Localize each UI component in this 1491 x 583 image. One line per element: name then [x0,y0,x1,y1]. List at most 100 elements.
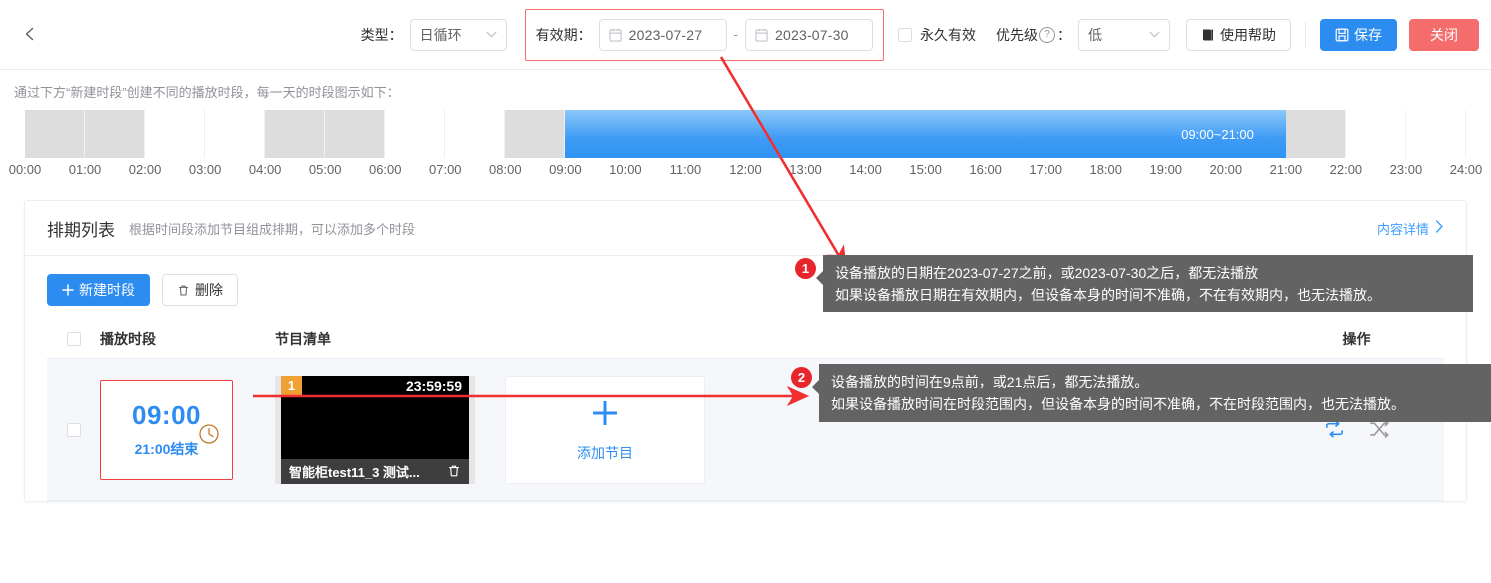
plus-icon [62,284,74,296]
plus-icon [588,396,622,435]
content-detail-link[interactable]: 内容详情 [1377,219,1444,238]
col-program-list: 节目清单 [275,330,331,347]
priority-select[interactable]: 低 [1078,18,1170,51]
content-detail-label: 内容详情 [1376,221,1429,237]
program-thumbnail[interactable]: 1 23:59:59 智能柜test11_3 测试... [275,375,475,484]
page-body: 排期列表 根据时间段添加节目组成排期，可以添加多个时段 内容详情 新建时段 删除… [0,184,1491,502]
schedule-card-header: 排期列表 根据时间段添加节目组成排期，可以添加多个时段 内容详情 [25,201,1466,256]
program-name: 智能柜test11_3 测试... [289,464,420,480]
calendar-icon [609,28,622,42]
type-label: 类型： [360,26,403,43]
validity-label: 有效期： [535,26,592,43]
trash-icon [177,284,190,297]
timeline-tick: 22:00 [1329,162,1363,177]
timeline-hour-cell[interactable] [205,110,266,158]
timeline-hour-cell[interactable] [265,110,326,158]
col-operation: 操作 [1342,330,1371,347]
book-icon [1201,28,1215,42]
row-checkbox[interactable] [66,422,81,437]
timeline-tick-labels: 00:00 01:00 02:00 03:00 04:00 05:00 06:00 07:00… [9,158,1483,184]
close-button[interactable]: 关闭 [1409,18,1479,51]
timeline-hour-cell[interactable] [1346,110,1407,158]
timeline-tick: 13:00 [789,162,822,177]
timeline-hour-cell[interactable] [25,110,86,158]
permanent-checkbox[interactable] [898,27,912,42]
permanent-label: 永久有效 [920,26,976,43]
calendar-icon [755,28,768,42]
timeline-section: 通过下方“新建时段”创建不同的播放时段，每一天的时段图示如下： 09:00~21… [0,70,1491,184]
type-select[interactable]: 日循环 [409,18,507,51]
timeline-tick: 05:00 [308,162,342,177]
timeline-tick: 01:00 [68,162,102,177]
timeline-active-range[interactable]: 09:00~21:00 [565,110,1286,158]
chevron-down-icon [1149,29,1160,41]
priority-select-value: 低 [1088,26,1102,43]
help-label: 使用帮助 [1220,26,1276,43]
page-title: 排期列表 [47,220,115,240]
program-footer: 智能柜test11_3 测试... [281,458,469,484]
timeline-tick: 00:00 [8,162,42,177]
timeline-bar[interactable]: 09:00~21:00 [25,110,1467,158]
timeline-hour-cell[interactable] [1406,110,1467,158]
chevron-down-icon [486,29,497,41]
timeline-hour-cell[interactable] [385,110,446,158]
type-select-value: 日循环 [419,26,462,43]
delete-button[interactable]: 删除 [162,274,238,306]
timeline-tick: 09:00 [549,162,582,177]
save-icon [1335,28,1349,42]
priority-field: 优先级 ? ： 低 [996,18,1170,51]
chevron-left-icon [22,26,38,42]
question-circle-icon[interactable]: ? [1039,26,1055,43]
header-controls: 类型： 日循环 有效期： 2023-07-27 - 2023-07-30 永久有… [361,0,1479,69]
timeline-tick: 12:00 [729,162,762,177]
timeline-tick: 16:00 [969,162,1002,177]
date-range-separator: - [733,27,738,42]
start-date-value: 2023-07-27 [628,26,703,43]
save-label: 保存 [1354,26,1382,43]
chevron-right-icon [1435,220,1444,236]
type-field: 类型： 日循环 [360,18,507,51]
page-header: 类型： 日循环 有效期： 2023-07-27 - 2023-07-30 永久有… [0,0,1491,70]
col-time-slot: 播放时段 [100,330,156,347]
clock-icon[interactable] [198,423,220,448]
timeline-tick: 02:00 [128,162,162,177]
end-date-input[interactable]: 2023-07-30 [745,18,873,51]
time-slot-card[interactable]: 09:00 21:00结束 [100,379,233,480]
timeline-tick: 14:00 [849,162,882,177]
select-all-cell [47,331,100,346]
add-program-label: 添加节目 [577,445,633,461]
slot-end-time: 21:00结束 [134,441,199,457]
timeline-tick: 23:00 [1389,162,1423,177]
help-button[interactable]: 使用帮助 [1186,18,1291,51]
select-all-checkbox[interactable] [66,331,81,346]
annotation-tooltip-2: 设备播放的时间在9点前，或21点后，都无法播放。 如果设备播放时间在时段范围内，… [812,364,1491,422]
timeline-hour-cell[interactable] [1285,110,1347,158]
timeline-hour-cell[interactable] [85,110,146,158]
row-select-cell [47,422,100,437]
annotation-badge-1: 1 [795,258,816,279]
time-slot-cell: 09:00 21:00结束 [100,379,275,480]
schedule-card: 排期列表 根据时间段添加节目组成排期，可以添加多个时段 内容详情 新建时段 删除… [24,200,1467,502]
validity-period-highlight: 有效期： 2023-07-27 - 2023-07-30 [524,8,884,61]
timeline-tick: 18:00 [1089,162,1123,177]
end-date-value: 2023-07-30 [775,26,849,43]
annotation-tooltip-1: 设备播放的日期在2023-07-27之前，或2023-07-30之后，都无法播放… [816,255,1473,312]
timeline-hint: 通过下方“新建时段”创建不同的播放时段，每一天的时段图示如下： [14,85,400,100]
timeline-hour-cell[interactable] [145,110,206,158]
program-index: 1 [281,375,302,396]
save-button[interactable]: 保存 [1320,18,1397,51]
new-slot-button[interactable]: 新建时段 [47,274,150,306]
add-program-button[interactable]: 添加节目 [505,375,705,484]
trash-icon[interactable] [447,464,461,478]
header-divider [1305,21,1306,48]
timeline-hour-cell[interactable] [445,110,506,158]
timeline-tick: 03:00 [188,162,222,177]
timeline-hour-cell[interactable] [505,110,566,158]
timeline-hour-cell[interactable] [325,110,386,158]
priority-colon: ： [1057,26,1071,43]
slot-start-time: 09:00 [132,400,201,430]
close-label: 关闭 [1430,26,1458,43]
back-button[interactable] [14,18,46,50]
timeline-range-label: 09:00~21:00 [1181,126,1254,142]
start-date-input[interactable]: 2023-07-27 [598,18,727,51]
